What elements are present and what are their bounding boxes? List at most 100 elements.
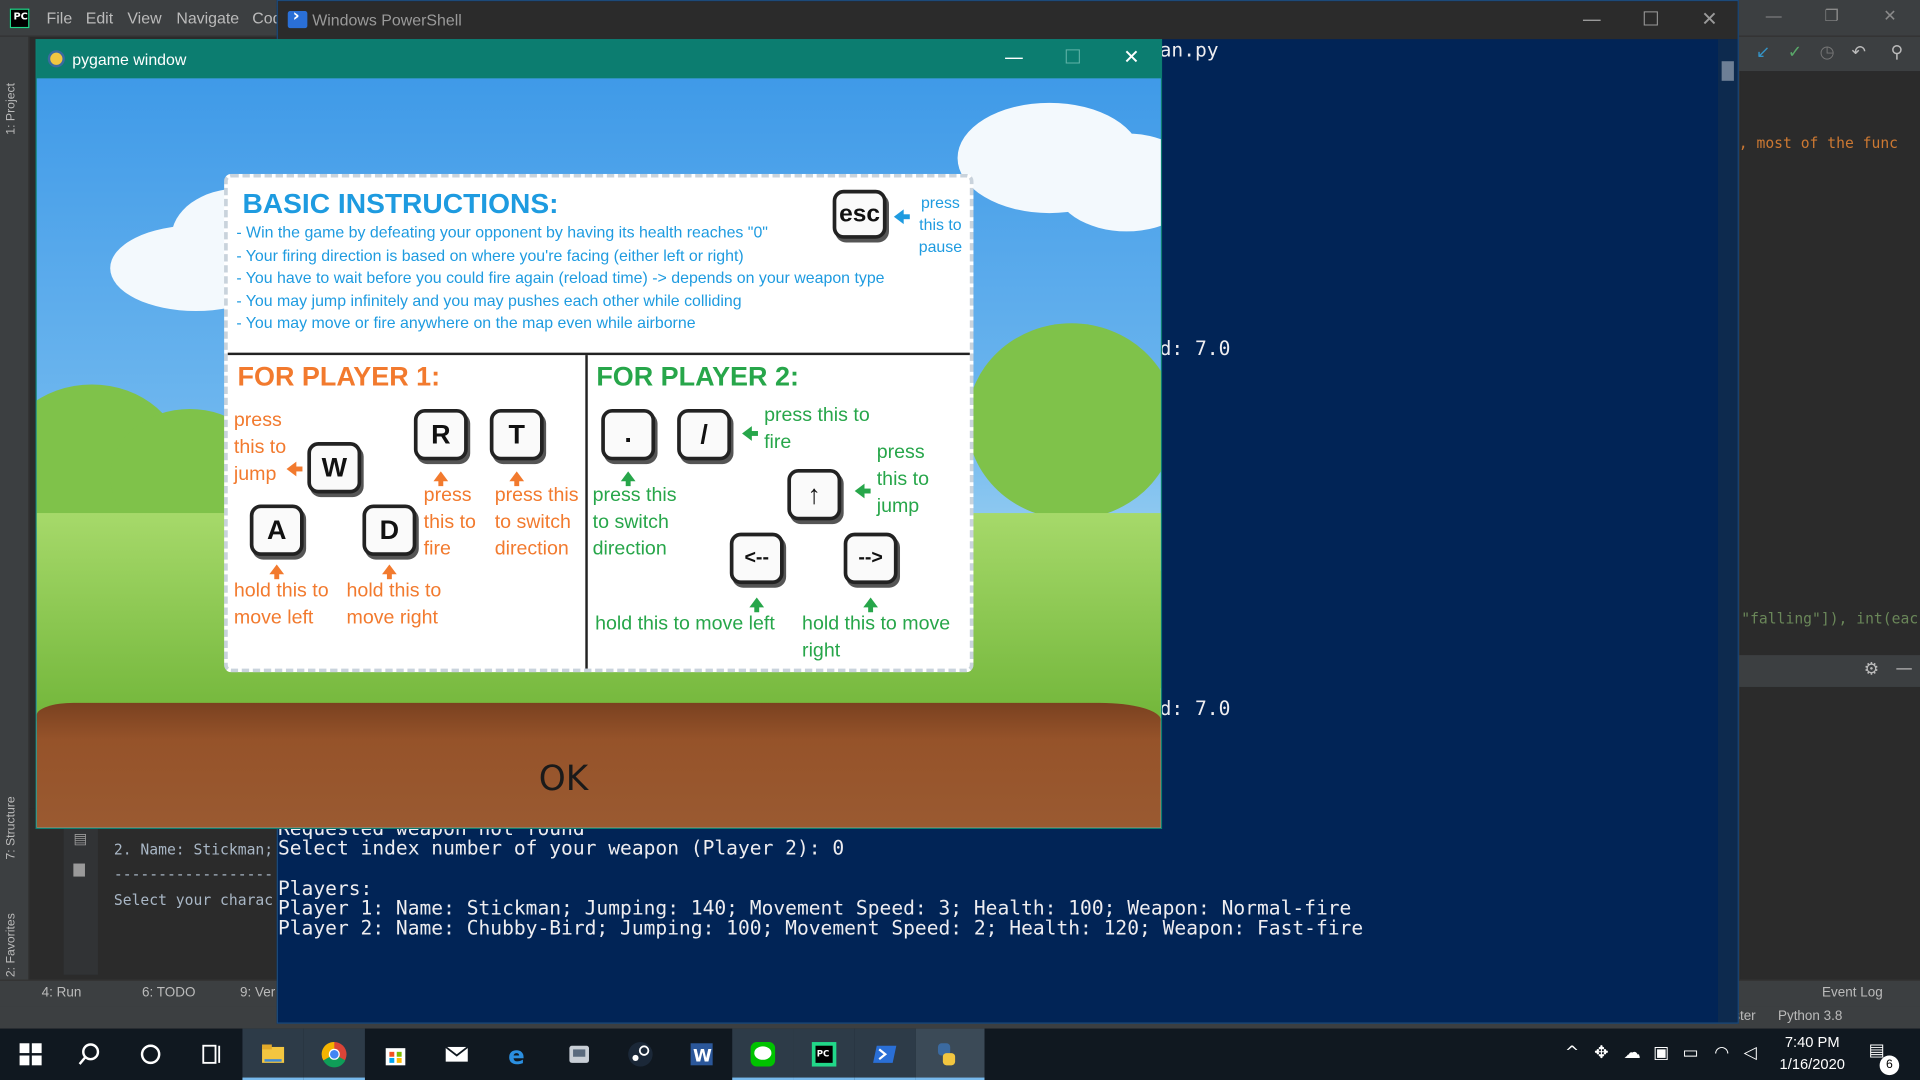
console-line: Player 2: Name: Chubby-Bird; Jumping: 10… [277,915,1364,940]
trash-icon[interactable]: ▆ [73,860,84,877]
chevron-up-icon[interactable]: ^ [1565,1043,1579,1063]
menu-edit[interactable]: Edit [86,9,113,27]
pycharm-restore-icon[interactable]: ❐ [1825,6,1839,26]
start-button[interactable] [0,1029,61,1080]
powershell-minimize-icon[interactable]: — [1573,7,1610,31]
taskbar-chrome[interactable] [303,1028,365,1080]
svg-text:PC: PC [817,1050,830,1060]
menu-view[interactable]: View [127,9,161,27]
pygame-maximize-icon: ☐ [1063,45,1082,69]
powershell-close-icon[interactable]: ✕ [1691,7,1728,31]
taskbar-line[interactable] [732,1028,794,1080]
rollback-icon[interactable]: ↶ [1851,43,1865,63]
pygame-window: pygame window — ☐ ✕ OK BASIC INSTRUCTION… [35,39,1163,829]
store-icon [385,1048,406,1066]
arrow-up-icon [433,471,449,487]
basic-instructions-title: BASIC INSTRUCTIONS: [242,187,559,220]
print-icon[interactable]: ▤ [73,830,87,847]
windows-taskbar: e W PC ^ ✥ ☁ ▣ ▭ ◠ ◁ 7:40 PM 1/16/2020 ▤… [0,1028,1920,1080]
settings-gear-icon[interactable]: ⚙ [1864,660,1879,680]
p2-jump-note: press this to jump [876,442,930,517]
key-period: . [601,408,656,461]
task-view-icon [202,1044,221,1064]
arrow-left-icon [854,483,871,499]
p2-switch-note: press this to switch direction [592,484,677,560]
cortana-button[interactable] [120,1029,181,1080]
taskbar-app[interactable] [549,1029,610,1080]
dropbox-icon[interactable]: ✥ [1594,1043,1608,1063]
taskbar-pycharm[interactable]: PC [793,1028,855,1080]
menu-navigate[interactable]: Navigate [176,9,239,27]
search-icon[interactable]: ⚲ [1891,43,1904,63]
search-icon [78,1043,100,1065]
task-view-button[interactable] [181,1029,242,1080]
powershell-icon [287,6,308,29]
clock-time[interactable]: 7:40 PM [1776,1033,1849,1050]
powershell-maximize-icon[interactable]: ☐ [1632,7,1669,31]
screen: PC File Edit View Navigate Cod — ❐ ✕ 1: … [0,0,1920,1080]
search-button[interactable] [59,1029,120,1080]
run-output-line: 2. Name: Stickman; [113,841,274,859]
game-canvas[interactable]: OK BASIC INSTRUCTIONS: - Win the game by… [36,78,1161,828]
battery-icon[interactable]: ▭ [1682,1043,1698,1063]
hide-panel-icon[interactable]: — [1896,659,1913,679]
svg-text:e: e [508,1041,525,1068]
taskbar-steam[interactable] [610,1029,671,1080]
esc-key: esc [832,189,887,239]
tab-version-control[interactable]: 9: Ver [240,986,275,1001]
mail-icon [445,1046,469,1062]
taskbar-mail[interactable] [426,1029,487,1080]
esc-note: press this to pause [918,193,963,256]
pygame-close-icon[interactable]: ✕ [1107,45,1156,72]
tray-app-icon[interactable]: ▣ [1653,1043,1669,1063]
taskbar-edge[interactable]: e [487,1029,548,1080]
console-line: an.py [1159,37,1219,62]
taskbar-store[interactable] [365,1029,426,1080]
editor-toolbar: ↙ ✓ ◷ ↶ ⚲ [1738,36,1920,72]
code-fragment: "falling"]), int(eac [1741,609,1919,627]
key-w: W [307,442,362,494]
run-output-line: ------------------ [113,865,274,883]
powershell-titlebar: Windows PowerShell — ☐ ✕ [277,1,1738,40]
code-fragment: , most of the func [1738,134,1899,152]
clock-date[interactable]: 1/16/2020 [1776,1056,1849,1073]
instruction-line: - You may move or fire anywhere on the m… [236,313,696,332]
console-line: d: 7.0 [1159,696,1231,721]
key-a: A [249,504,304,556]
arrow-up-icon [749,597,765,613]
python-interpreter[interactable]: Python 3.8 [1778,1009,1842,1024]
key-d: D [362,504,417,556]
bush [967,323,1161,520]
history-icon[interactable]: ◷ [1820,43,1835,63]
pycharm-minimize-icon[interactable]: — [1766,6,1782,24]
onedrive-cloud-icon[interactable]: ☁ [1624,1043,1641,1063]
tab-todo[interactable]: 6: TODO [142,986,195,1001]
tab-run[interactable]: 4: Run [42,986,82,1001]
tab-favorites[interactable]: 2: Favorites [5,913,18,977]
app-icon [569,1045,589,1063]
commit-icon[interactable]: ✓ [1788,43,1802,63]
event-log-button[interactable]: Event Log [1822,986,1883,1001]
pygame-minimize-icon[interactable]: — [989,45,1038,72]
tab-project[interactable]: 1: Project [5,83,18,135]
console-scrollbar[interactable] [1717,39,1738,1023]
taskbar-powershell[interactable] [854,1028,916,1080]
wifi-icon[interactable]: ◠ [1714,1043,1729,1063]
speaker-muted-icon[interactable]: ◁ [1744,1043,1757,1063]
pycharm-close-icon[interactable]: ✕ [1883,6,1896,26]
svg-text:W: W [693,1047,712,1067]
ok-button[interactable]: OK [539,758,588,798]
cortana-icon [140,1044,161,1065]
p1-jump-note: press this to jump [233,410,287,485]
scrollbar-thumb[interactable] [1721,61,1734,81]
pygame-title: pygame window [72,50,187,69]
taskbar-python[interactable] [915,1028,985,1080]
run-output-line: Select your charac [113,891,274,909]
tab-structure[interactable]: 7: Structure [5,796,18,859]
ground [36,702,1161,828]
taskbar-word[interactable]: W [671,1029,732,1080]
update-icon[interactable]: ↙ [1756,43,1770,63]
file-explorer-icon [262,1044,285,1063]
taskbar-file-explorer[interactable] [242,1028,304,1080]
menu-file[interactable]: File [47,9,73,27]
